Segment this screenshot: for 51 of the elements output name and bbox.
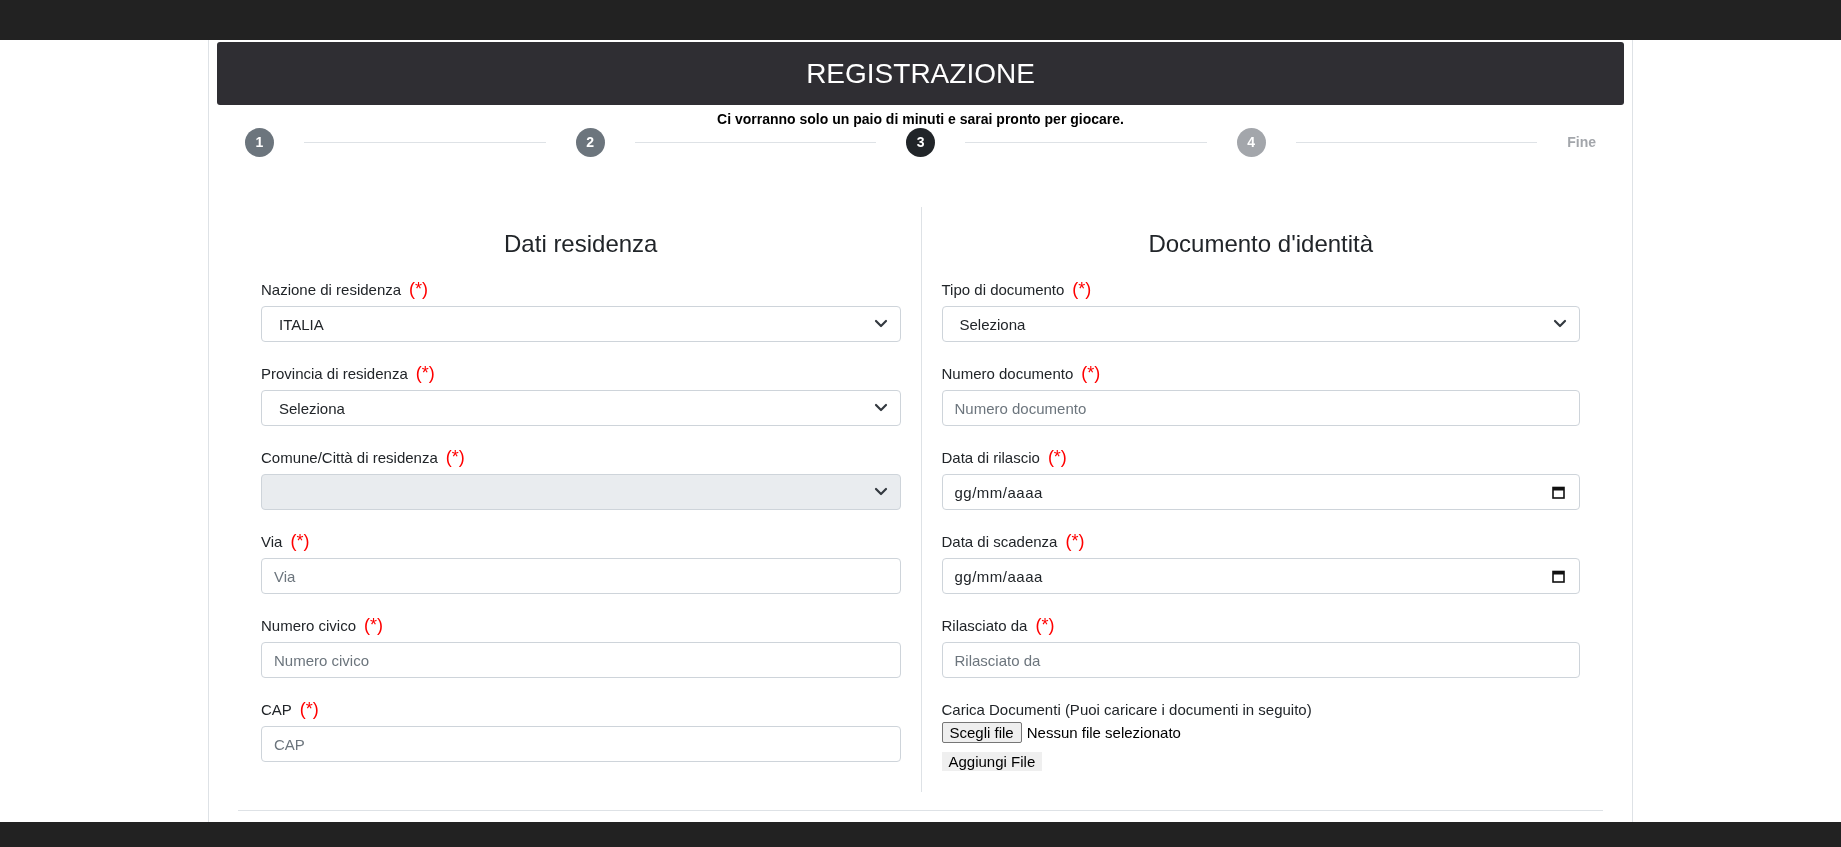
required-mark: (*) (445, 446, 465, 468)
field-label: Nazione di residenza (261, 280, 402, 298)
step-indicator: 2 (575, 127, 605, 157)
choose-file-button[interactable]: Scegli file (941, 722, 1022, 743)
required-mark: (*) (409, 278, 429, 300)
required-mark: (*) (290, 530, 310, 552)
step-indicator: 1 (245, 127, 274, 157)
chevron-down-icon (873, 487, 888, 497)
field-label: Tipo di documento (941, 280, 1065, 298)
page-title: REGISTRAZIONE (806, 57, 1035, 90)
date-field[interactable]: gg/mm/aaaa (941, 558, 1580, 594)
field-label: Provincia di residenza (261, 364, 408, 382)
add-file-button[interactable]: Aggiungi File (941, 752, 1043, 771)
input-field[interactable]: Rilasciato da (941, 642, 1580, 678)
required-mark: (*) (1081, 362, 1101, 384)
step-label: Fine (1567, 134, 1597, 150)
chevron-down-icon (873, 319, 888, 329)
required-mark: (*) (1065, 530, 1085, 552)
date-field[interactable]: gg/mm/aaaa (941, 474, 1580, 510)
field-label: Data di scadenza (941, 532, 1058, 550)
required-mark: (*) (415, 362, 435, 384)
step-indicator: 4 (1236, 127, 1266, 157)
field-label: Rilasciato da (941, 616, 1028, 634)
calendar-icon (1552, 569, 1565, 583)
calendar-icon (1552, 485, 1565, 499)
section-title: Documento d'identità (1147, 229, 1375, 259)
required-mark: (*) (1072, 278, 1092, 300)
field-label: Data di rilascio (941, 448, 1040, 466)
required-mark: (*) (364, 614, 384, 636)
required-mark: (*) (1035, 614, 1055, 636)
input-field[interactable]: CAP (261, 726, 901, 762)
field-label: Numero civico (261, 616, 357, 634)
field-label: Numero documento (941, 364, 1074, 382)
input-field[interactable]: Via (261, 558, 901, 594)
input-field[interactable]: Numero civico (261, 642, 901, 678)
file-status: Nessun file selezionato (1026, 724, 1181, 741)
chevron-down-icon (1553, 319, 1567, 329)
required-mark: (*) (299, 698, 319, 720)
field-label: CAP (261, 700, 292, 718)
select-field[interactable]: Seleziona (261, 390, 901, 426)
field-label: Via (261, 532, 283, 550)
field-label: Comune/Città di residenza (261, 448, 438, 466)
select-field[interactable]: ITALIA (261, 306, 901, 342)
subtitle: Ci vorranno solo un paio di minuti e sarai pronto per giocare. (717, 111, 1124, 127)
select-field[interactable]: Seleziona (941, 306, 1580, 342)
section-title: Dati residenza (503, 229, 659, 259)
required-mark: (*) (1047, 446, 1067, 468)
input-field[interactable]: Numero documento (941, 390, 1580, 426)
step-indicator: 3 (906, 127, 936, 157)
chevron-down-icon (873, 403, 888, 413)
field-label: Carica Documenti (Puoi caricare i documenti in seguito) (941, 700, 1312, 718)
